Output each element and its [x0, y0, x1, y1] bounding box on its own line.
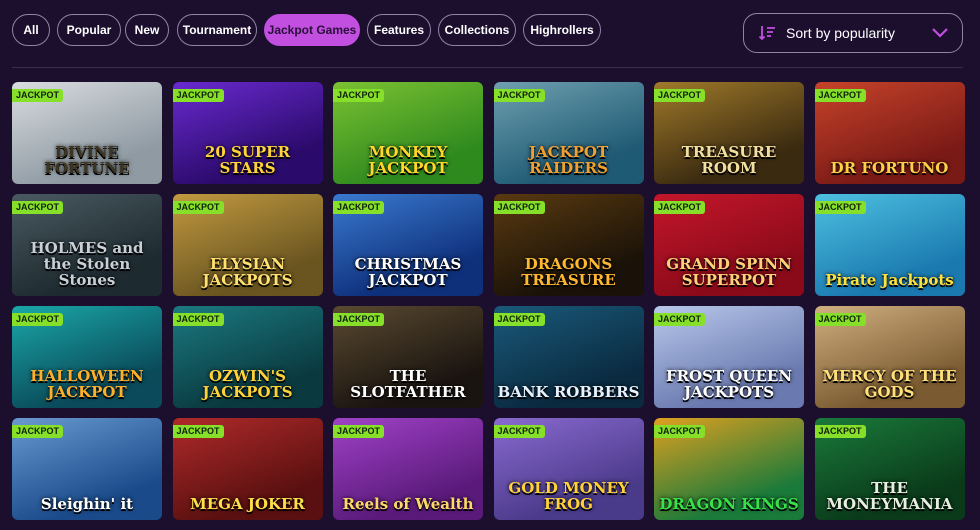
game-tile[interactable]: JACKPOT BANK ROBBERS — [493, 306, 644, 408]
game-title: ELYSIAN JACKPOTS — [202, 255, 293, 289]
sort-descending-icon — [758, 26, 775, 41]
game-tile[interactable]: JACKPOT DRAGONS TREASURE — [493, 194, 644, 296]
game-title: BANK ROBBERS — [497, 383, 640, 401]
game-title: MONKEY JACKPOT — [368, 143, 448, 177]
jackpot-badge: JACKPOT — [814, 425, 866, 438]
jackpot-badge: JACKPOT — [333, 313, 385, 326]
game-tile[interactable]: JACKPOT THE SLOTFATHER — [333, 306, 483, 408]
jackpot-badge: JACKPOT — [814, 89, 866, 102]
game-title: CHRISTMAS JACKPOT — [354, 255, 462, 289]
toolbar-divider — [12, 67, 963, 68]
jackpot-badge: JACKPOT — [493, 425, 545, 438]
jackpot-badge: JACKPOT — [654, 89, 706, 102]
jackpot-badge: JACKPOT — [12, 313, 64, 326]
game-tile[interactable]: JACKPOT ELYSIAN JACKPOTS — [172, 194, 323, 296]
game-tile[interactable]: JACKPOT JACKPOT RAIDERS — [493, 82, 644, 184]
game-tile[interactable]: JACKPOT GOLD MONEY FROG — [493, 418, 644, 520]
filter-pill-popular[interactable]: Popular — [57, 14, 121, 46]
game-tile[interactable]: JACKPOT Sleighin' it — [12, 418, 162, 520]
game-title: 20 SUPER STARS — [204, 143, 291, 177]
game-title: Sleighin' it — [40, 495, 134, 513]
jackpot-badge: JACKPOT — [12, 201, 64, 214]
jackpot-badge: JACKPOT — [654, 425, 706, 438]
jackpot-badge: JACKPOT — [493, 313, 545, 326]
jackpot-badge: JACKPOT — [493, 201, 545, 214]
game-title: MEGA JOKER — [190, 495, 305, 513]
game-title: THE SLOTFATHER — [350, 367, 466, 401]
game-tile[interactable]: JACKPOT THE MONEYMANIA — [814, 418, 965, 520]
game-tile[interactable]: JACKPOT FROST QUEEN JACKPOTS — [654, 306, 804, 408]
game-title: HALLOWEEN JACKPOT — [30, 367, 144, 401]
game-title: DR FORTUNO — [830, 159, 949, 177]
jackpot-badge: JACKPOT — [333, 89, 385, 102]
jackpot-badge: JACKPOT — [172, 425, 224, 438]
game-title: THE MONEYMANIA — [826, 479, 953, 513]
game-tile[interactable]: JACKPOT HALLOWEEN JACKPOT — [12, 306, 162, 408]
jackpot-badge: JACKPOT — [172, 89, 224, 102]
filter-pill-tournament[interactable]: Tournament — [177, 14, 257, 46]
game-tile[interactable]: JACKPOT CHRISTMAS JACKPOT — [333, 194, 483, 296]
game-title: HOLMES and the Stolen Stones — [30, 239, 144, 289]
game-tile[interactable]: JACKPOT GRAND SPINN SUPERPOT — [654, 194, 804, 296]
jackpot-badge: JACKPOT — [333, 201, 385, 214]
filter-pill-collections[interactable]: Collections — [438, 14, 516, 46]
game-tile[interactable]: JACKPOT DR FORTUNO — [814, 82, 965, 184]
jackpot-badge: JACKPOT — [654, 201, 706, 214]
game-title: OZWIN'S JACKPOTS — [202, 367, 293, 401]
jackpot-badge: JACKPOT — [654, 313, 706, 326]
game-title: JACKPOT RAIDERS — [528, 143, 609, 177]
game-tile[interactable]: JACKPOT Reels of Wealth — [333, 418, 483, 520]
filter-pill-jackpot-games[interactable]: Jackpot Games — [264, 14, 360, 46]
game-tile[interactable]: JACKPOT 20 SUPER STARS — [172, 82, 323, 184]
game-tile[interactable]: JACKPOT DIVINE FORTUNE — [12, 82, 162, 184]
game-title: MERCY OF THE GODS — [822, 367, 957, 401]
game-title: FROST QUEEN JACKPOTS — [665, 367, 793, 401]
jackpot-badge: JACKPOT — [12, 89, 64, 102]
game-title: TREASURE ROOM — [681, 143, 777, 177]
game-title: Pirate Jackpots — [825, 271, 954, 289]
jackpot-badge: JACKPOT — [814, 201, 866, 214]
game-tile[interactable]: JACKPOT TREASURE ROOM — [654, 82, 804, 184]
game-tile[interactable]: JACKPOT MERCY OF THE GODS — [814, 306, 965, 408]
chevron-down-icon — [932, 28, 948, 38]
sort-dropdown[interactable]: Sort by popularity — [743, 13, 963, 53]
filter-pill-all[interactable]: All — [12, 14, 50, 46]
game-title: DIVINE FORTUNE — [44, 143, 130, 177]
game-title: DRAGONS TREASURE — [521, 255, 616, 289]
game-tile[interactable]: JACKPOT Pirate Jackpots — [814, 194, 965, 296]
jackpot-badge: JACKPOT — [172, 313, 224, 326]
game-tile[interactable]: JACKPOT HOLMES and the Stolen Stones — [12, 194, 162, 296]
filter-pill-new[interactable]: New — [125, 14, 169, 46]
game-title: GOLD MONEY FROG — [508, 479, 629, 513]
game-title: GRAND SPINN SUPERPOT — [666, 255, 792, 289]
game-title: Reels of Wealth — [342, 495, 474, 513]
jackpot-badge: JACKPOT — [12, 425, 64, 438]
jackpot-badge: JACKPOT — [333, 425, 385, 438]
game-tile[interactable]: JACKPOT MONKEY JACKPOT — [333, 82, 483, 184]
game-title: DRAGON KINGS — [659, 495, 799, 513]
game-tile[interactable]: JACKPOT MEGA JOKER — [172, 418, 323, 520]
filter-pill-features[interactable]: Features — [367, 14, 431, 46]
jackpot-badge: JACKPOT — [172, 201, 224, 214]
game-tile[interactable]: JACKPOT OZWIN'S JACKPOTS — [172, 306, 323, 408]
game-tile[interactable]: JACKPOT DRAGON KINGS — [654, 418, 804, 520]
filter-toolbar: All Popular New Tournament Jackpot Games Feat… — [0, 0, 980, 68]
jackpot-badge: JACKPOT — [814, 313, 866, 326]
filter-pill-highrollers[interactable]: Highrollers — [523, 14, 601, 46]
sort-label: Sort by popularity — [786, 25, 895, 41]
jackpot-badge: JACKPOT — [493, 89, 545, 102]
